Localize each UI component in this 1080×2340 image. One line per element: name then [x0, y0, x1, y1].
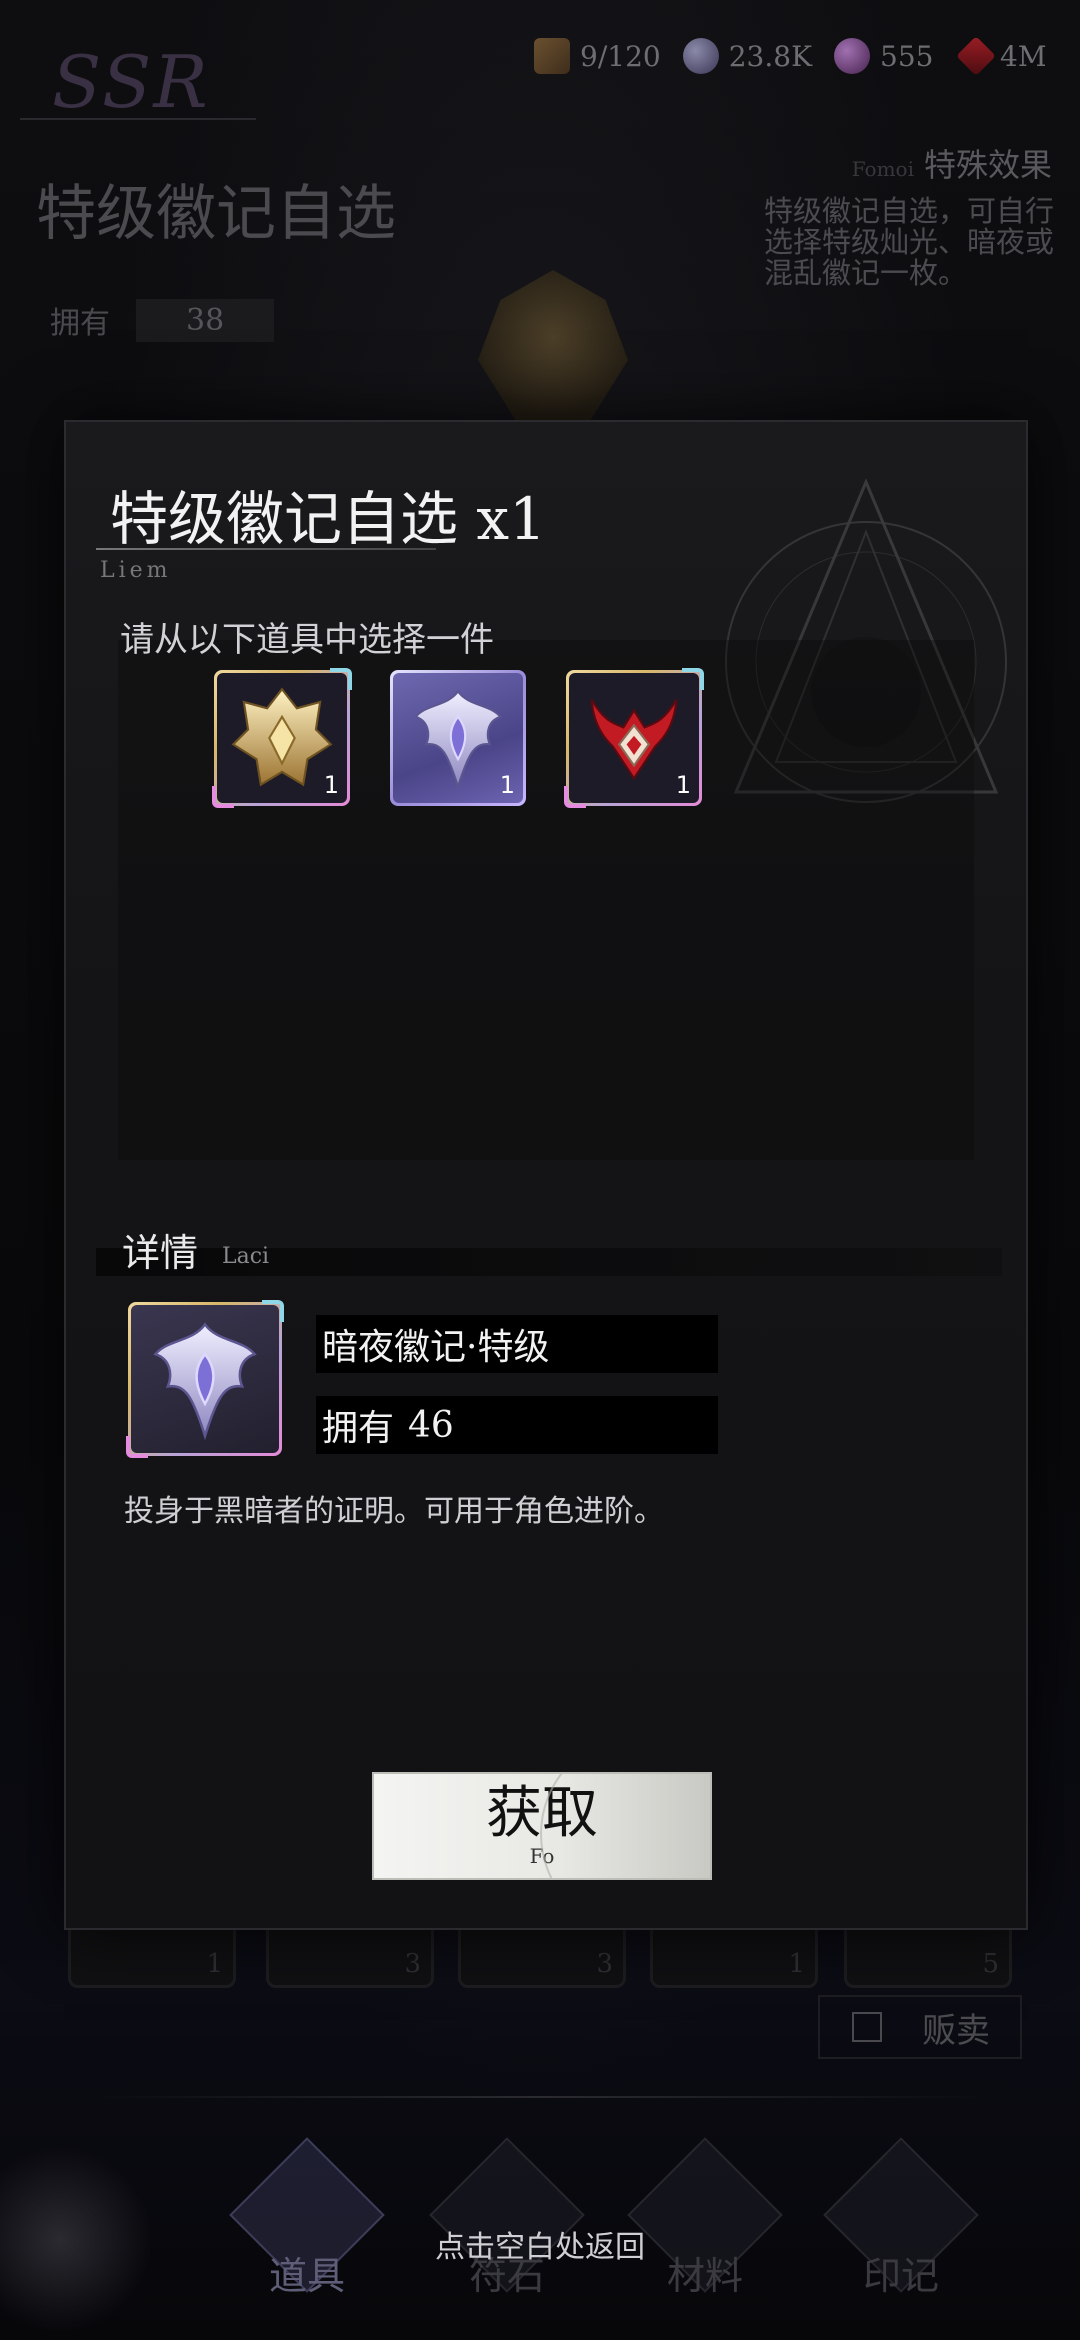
title-underline: [96, 548, 436, 550]
detail-name-box: 暗夜徽记·特级: [316, 1315, 718, 1373]
background-title: 特级徽记自选: [36, 179, 396, 249]
detail-label: 详情: [122, 1231, 199, 1275]
choice-prompt: 请从以下道具中选择一件: [120, 620, 494, 660]
frame-corner: [126, 1436, 148, 1458]
inventory-cell-count: 1: [788, 1949, 805, 1979]
detail-sub: Laci: [222, 1244, 270, 1269]
resource-value: 555: [880, 39, 934, 73]
sell-checkbox[interactable]: [852, 2012, 882, 2042]
gold-emblem-icon: [231, 687, 333, 787]
chaos-emblem-icon: [590, 699, 678, 781]
logo-underline: [20, 118, 256, 120]
effect-tag: Fomoi 特殊效果: [852, 140, 1052, 186]
gem-icon: [956, 36, 996, 76]
inventory-cell-count: 3: [404, 1949, 421, 1979]
choice-gold-emblem[interactable]: 1: [212, 668, 352, 808]
inventory-cell-count: 3: [596, 1949, 613, 1979]
resource-orb[interactable]: 555: [834, 38, 940, 74]
owned-label: 拥有: [50, 306, 110, 341]
choice-qty: 1: [675, 771, 691, 799]
choice-qty: 1: [323, 771, 339, 799]
resource-sphere[interactable]: 23.8K: [682, 38, 812, 74]
resource-value: 4M: [1000, 39, 1047, 73]
card-icon: [534, 38, 571, 74]
item-select-modal: 特级徽记自选 x1 Liem 请从以下道具中选择一件 1 1 1 详情 Laci…: [64, 420, 1028, 1930]
effect-tag-small: Fomoi: [851, 157, 914, 181]
dark-emblem-icon: [153, 1322, 257, 1441]
ssr-logo: SSR: [52, 40, 210, 124]
resource-bar: 9/120 23.8K 555 4M: [534, 36, 1060, 76]
choice-dark-emblem[interactable]: 1: [390, 670, 526, 806]
effect-description: 特级徽记自选，可自行选择特级灿光、暗夜或混乱徽记一枚。: [764, 194, 1055, 290]
frame-corner: [564, 786, 586, 808]
frame-corner: [682, 668, 704, 690]
inventory-cell-count: 5: [982, 1949, 999, 1979]
sphere-icon: [682, 38, 719, 74]
resource-value: 23.8K: [728, 39, 812, 73]
frame-corner: [262, 1300, 284, 1322]
resource-value: 9/120: [580, 39, 661, 73]
background-owned: 拥有 38: [50, 298, 275, 342]
detail-owned-label: 拥有: [322, 1408, 395, 1449]
frame-corner: [330, 668, 352, 690]
frame-corner: [212, 786, 234, 808]
detail-description: 投身于黑暗者的证明。可用于角色进阶。: [124, 1494, 664, 1529]
tap-to-return-hint[interactable]: 点击空白处返回: [0, 2222, 1080, 2266]
resource-card[interactable]: 9/120: [534, 38, 661, 74]
choice-chaos-emblem[interactable]: 1: [564, 668, 704, 808]
dark-emblem-icon: [413, 689, 503, 791]
modal-title-sub: Liem: [100, 558, 172, 583]
detail-owned-box: 拥有 46: [316, 1396, 718, 1454]
owned-value: 38: [136, 298, 275, 342]
detail-owned-value: 46: [408, 1404, 454, 1446]
obtain-button[interactable]: 获取 Fo: [372, 1772, 712, 1880]
choice-qty: 1: [499, 771, 515, 799]
detail-item-icon: [126, 1300, 284, 1458]
inventory-cell-count: 1: [206, 1949, 223, 1979]
detail-item-name: 暗夜徽记·特级: [322, 1327, 550, 1368]
nav-divider: [90, 2096, 990, 2098]
sell-label: 贩卖: [922, 2010, 990, 2051]
effect-tag-label: 特殊效果: [923, 146, 1052, 184]
choice-list: 1 1 1: [212, 668, 704, 808]
button-circle-decoration: [540, 1774, 710, 1878]
orb-icon: [834, 38, 870, 74]
sell-toggle[interactable]: 贩卖: [818, 1995, 1022, 2059]
resource-gem[interactable]: 4M: [956, 36, 1060, 76]
modal-title: 特级徽记自选 x1: [110, 485, 547, 553]
